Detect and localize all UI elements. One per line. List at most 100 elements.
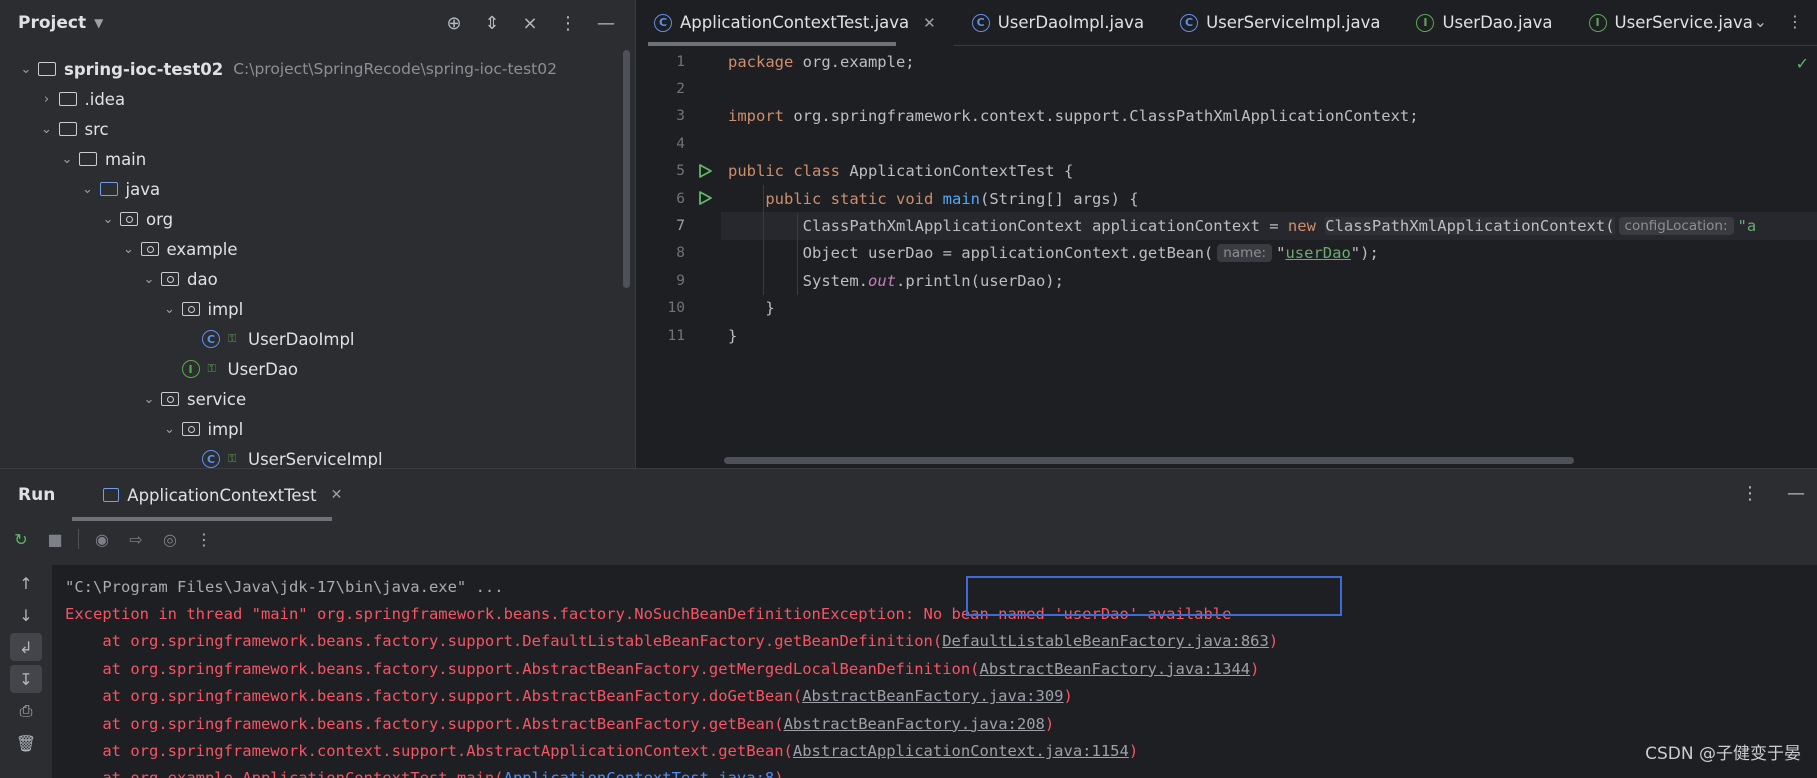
code-line[interactable]: System. out .println(userDao);: [721, 267, 1817, 294]
close-icon[interactable]: ✕: [331, 487, 343, 503]
code-token: package: [728, 52, 803, 71]
stop-icon[interactable]: ■: [44, 530, 66, 549]
chevron-down-icon[interactable]: ⌄: [16, 62, 36, 77]
lock-icon: ⚿: [228, 452, 237, 465]
no-problems-check-icon[interactable]: ✓: [1796, 54, 1809, 73]
minimize-icon[interactable]: —: [595, 13, 617, 34]
code-line[interactable]: [721, 130, 1817, 157]
code-editor[interactable]: package org.example; import org.springfra…: [721, 48, 1817, 349]
tree-item[interactable]: ⌄ service: [0, 384, 622, 414]
chevron-down-icon[interactable]: ⌄: [160, 302, 180, 317]
package-icon: [159, 270, 181, 288]
stacktrace-link[interactable]: DefaultListableBeanFactory.java:863: [942, 632, 1269, 650]
project-panel-title[interactable]: Project: [18, 13, 86, 33]
code-token: Object userDao = applicationContext.getB…: [728, 244, 1214, 263]
project-scrollbar[interactable]: [623, 50, 630, 288]
run-panel-actions: ⋮ —: [1741, 483, 1805, 504]
camera-icon[interactable]: ◉: [91, 530, 113, 549]
stacktrace-link[interactable]: AbstractApplicationContext.java:1154: [793, 742, 1129, 760]
stacktrace-link[interactable]: AbstractBeanFactory.java:208: [784, 715, 1045, 733]
chevron-right-icon[interactable]: ›: [37, 92, 57, 107]
more-options-icon[interactable]: ⋮: [1741, 483, 1759, 504]
run-gutter-icon[interactable]: [697, 190, 713, 206]
code-line[interactable]: public class ApplicationContextTest {: [721, 158, 1817, 185]
folder-icon: [77, 150, 99, 168]
tree-item[interactable]: ⌄ dao: [0, 264, 622, 294]
code-line[interactable]: }: [721, 322, 1817, 349]
tree-item-label: service: [187, 389, 247, 409]
chevron-down-icon[interactable]: ⌄: [98, 212, 118, 227]
console-text: "C:\Program Files\Java\jdk-17\bin\java.e…: [65, 577, 504, 596]
tree-item[interactable]: ⌄ example: [0, 234, 622, 264]
scroll-down-icon[interactable]: ↓: [10, 601, 42, 629]
tree-item[interactable]: ⌄ impl: [0, 414, 622, 444]
editor-tab-label: UserDao.java: [1442, 13, 1553, 32]
chevron-down-icon[interactable]: ⌄: [37, 122, 57, 137]
stacktrace-link[interactable]: ApplicationContextTest.java:8: [504, 769, 775, 778]
code-line[interactable]: Object userDao = applicationContext.getB…: [721, 240, 1817, 267]
console-output[interactable]: "C:\Program Files\Java\jdk-17\bin\java.e…: [52, 565, 1817, 778]
tree-item[interactable]: ⌄ impl: [0, 294, 622, 324]
more-options-icon[interactable]: ⋮: [557, 13, 579, 34]
chevron-down-icon[interactable]: ⌄: [119, 242, 139, 257]
code-token: ClassPathXmlApplicationContext(: [1325, 217, 1615, 236]
chevron-down-icon[interactable]: ⌄: [57, 152, 77, 167]
close-icon[interactable]: ✕: [923, 14, 936, 32]
chevron-down-icon[interactable]: ▼: [94, 16, 103, 30]
tree-item[interactable]: I ⚿ UserDao: [0, 354, 622, 384]
rerun-icon[interactable]: ↻: [10, 530, 32, 549]
editor-tab[interactable]: C ApplicationContextTest.java ✕: [636, 0, 954, 46]
chevron-down-icon[interactable]: ⌄: [160, 422, 180, 437]
code-line[interactable]: public static void main (String[] args) {: [721, 185, 1817, 212]
profiler-icon[interactable]: ◎: [159, 530, 181, 549]
run-gutter-icon[interactable]: [697, 163, 713, 179]
editor-tab[interactable]: I UserService.java: [1571, 0, 1771, 46]
editor-tab-label: ApplicationContextTest.java: [680, 13, 910, 32]
more-options-icon[interactable]: ⋮: [1787, 12, 1803, 31]
scroll-to-end-icon[interactable]: ↧: [10, 665, 42, 693]
editor-tab[interactable]: C UserServiceImpl.java: [1162, 0, 1398, 46]
minimize-icon[interactable]: —: [1787, 483, 1805, 504]
trash-icon[interactable]: 🗑: [10, 729, 42, 757]
editor-horizontal-scrollbar[interactable]: [724, 457, 1574, 464]
restore-layout-icon[interactable]: ⇨: [125, 530, 147, 549]
tree-item[interactable]: ⌄ src: [0, 114, 622, 144]
line-number: 8: [676, 245, 685, 262]
more-options-icon[interactable]: ⋮: [193, 530, 215, 549]
chevron-down-icon[interactable]: ⌄: [78, 182, 98, 197]
line-number: 1: [676, 53, 685, 70]
project-panel: Project ▼ ⊕ ⇕ ⨯ ⋮ — ⌄ spring-ioc-test02 C:…: [0, 0, 635, 469]
chevron-down-icon[interactable]: ⌄: [139, 392, 159, 407]
tree-item[interactable]: ⌄ org: [0, 204, 622, 234]
stacktrace-link[interactable]: AbstractBeanFactory.java:309: [802, 687, 1063, 705]
editor-tab[interactable]: I UserDao.java: [1398, 0, 1570, 46]
chevron-down-icon[interactable]: ⌄: [1754, 12, 1767, 31]
console-line: Exception in thread "main" org.springfra…: [65, 600, 1817, 627]
chevron-down-icon[interactable]: ⌄: [139, 272, 159, 287]
scroll-up-icon[interactable]: ↑: [10, 569, 42, 597]
console-line: at org.springframework.beans.factory.sup…: [65, 683, 1817, 710]
code-line[interactable]: import org.springframework.context.suppo…: [721, 103, 1817, 130]
code-token: (String[] args) {: [979, 189, 1139, 208]
run-config-tab[interactable]: ApplicationContextTest ✕: [103, 469, 342, 521]
tree-item[interactable]: › .idea: [0, 84, 622, 114]
expand-all-icon[interactable]: ⇕: [481, 13, 503, 34]
code-line[interactable]: ClassPathXmlApplicationContext applicati…: [721, 212, 1817, 240]
code-line[interactable]: }: [721, 295, 1817, 322]
tree-item[interactable]: C ⚿ UserDaoImpl: [0, 324, 622, 354]
code-line[interactable]: package org.example;: [721, 48, 1817, 75]
locate-icon[interactable]: ⊕: [443, 13, 465, 34]
collapse-all-icon[interactable]: ⨯: [519, 13, 541, 34]
print-icon[interactable]: ⎙: [10, 697, 42, 725]
tree-item[interactable]: ⌄ java: [0, 174, 622, 204]
code-line[interactable]: [721, 75, 1817, 102]
line-number: 5: [636, 158, 721, 185]
tree-item[interactable]: ⌄ main: [0, 144, 622, 174]
tree-item[interactable]: ⌄ spring-ioc-test02 C:\project\SpringRecod…: [0, 54, 622, 84]
soft-wrap-icon[interactable]: ↲: [10, 633, 42, 661]
package-icon: [139, 240, 161, 258]
stacktrace-link[interactable]: AbstractBeanFactory.java:1344: [980, 660, 1251, 678]
line-number: 7: [676, 218, 685, 235]
code-token: class: [793, 162, 850, 181]
editor-tab[interactable]: C UserDaoImpl.java: [954, 0, 1162, 46]
